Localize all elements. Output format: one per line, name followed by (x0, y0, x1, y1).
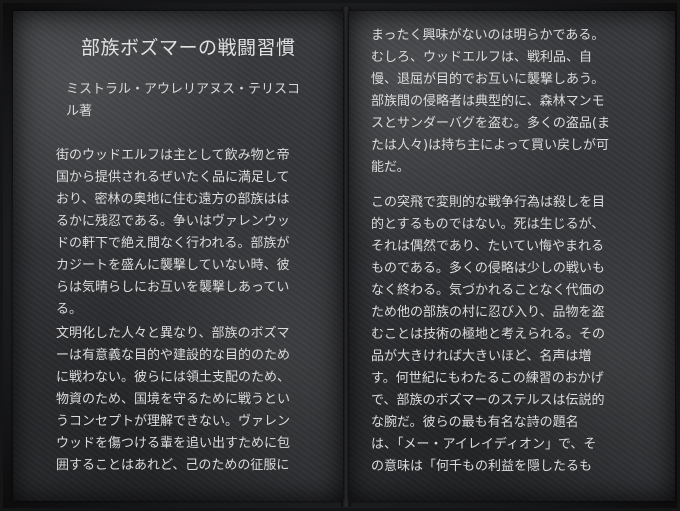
right-page: まったく興味がないのは明らかである。 むしろ、ウッドエルフは、戦利品、自 慢、退… (349, 11, 675, 501)
paragraph-3: まったく興味がないのは明らかである。 むしろ、ウッドエルフは、戦利品、自 慢、退… (371, 25, 657, 179)
text-line: ため他の部族の村に忍び入り、品物を盗 (371, 305, 605, 320)
author-line: ミストラル・アウレリアヌス・テリスコ (66, 82, 301, 97)
text-line: 的とするものではない。死は生じるが、 (371, 217, 605, 232)
text-line: な腕だ。彼らの最も有名な詩の題名 (371, 415, 579, 430)
text-line: まったく興味がないのは明らかである。 (371, 28, 605, 43)
book-author: ミストラル・アウレリアヌス・テリスコ ル著 (66, 79, 336, 123)
text-line: の意味は「何千もの利益を隠したるも (371, 459, 593, 474)
text-line: 部族間の侵略者は典型的に、森林マンモ (371, 94, 605, 109)
left-page: 部族ボズマーの戦闘習慣 ミストラル・アウレリアヌス・テリスコ ル著 街のウッドエ… (13, 11, 343, 501)
paragraph-1: 街のウッドエルフは主として飲み物と帝 国から提供されるぜいたく品に満足して おり… (56, 145, 326, 321)
text-line: ものである。多くの侵略は少しの戦いも (371, 261, 605, 276)
book-title: 部族ボズマーの戦闘習慣 (81, 37, 296, 59)
text-line: この突飛で変則的な戦争行為は殺しを目 (371, 195, 606, 210)
text-line: す。何世紀にもわたるこの練習のおかげ (371, 371, 604, 386)
text-line: たは人々)は持ち主によって買い戻しが可 (371, 138, 610, 153)
text-line: むことは技術の極地と考えられる。その (371, 327, 606, 342)
text-line: うコンセプトが理解できない。ヴァレン (56, 414, 291, 429)
text-line: なく終わる。気づかれることなく代価の (371, 283, 605, 298)
text-line: 街のウッドエルフは主として飲み物と帝 (56, 148, 290, 163)
text-line: カジートを盛んに襲撃していない時、彼 (56, 258, 290, 273)
text-line: むしろ、ウッドエルフは、戦利品、自 (371, 50, 593, 65)
text-line: それは偶然であり、たいてい悔やまれる (371, 239, 604, 254)
text-line: 品が大きければ大きいほど、名声は増 (371, 349, 592, 364)
text-line: 国から提供されるぜいたく品に満足して (56, 170, 290, 185)
text-line: ドの軒下で絶え間なく行われる。部族が (56, 236, 290, 251)
paragraph-4: この突飛で変則的な戦争行為は殺しを目 的とするものではない。死は生じるが、 それ… (371, 192, 657, 478)
text-line: 囲することはあれど、己のための征服に (56, 458, 290, 473)
text-line: は、「メー・アイレイディオン」で、そ (371, 437, 597, 452)
text-line: スとサンダーバグを盗む。多くの盗品(ま (371, 116, 610, 131)
text-line: る。 (56, 302, 83, 317)
text-line: るかに残忍である。争いはヴァレンウッ (56, 214, 290, 229)
text-line: ーは有意義な目的や建設的な目的のため (56, 348, 291, 363)
text-line: 文明化した人々と異なり、部族のボズマ (56, 326, 290, 341)
author-line: ル著 (66, 104, 93, 119)
text-line: おり、密林の奥地に住む遠方の部族はは (56, 192, 290, 207)
text-line: に戦わない。彼らには領土支配のため、 (56, 370, 291, 385)
text-line: 物資のため、国境を守るために戦うとい (56, 392, 291, 407)
text-line: 慢、退屈が目的でお互いに襲撃しあう。 (371, 72, 605, 87)
text-line: らは気晴らしにお互いを襲撃しあってい (56, 280, 290, 295)
text-line: ウッドを傷つける輩を追い出すために包 (56, 436, 291, 451)
open-book: 部族ボズマーの戦闘習慣 ミストラル・アウレリアヌス・テリスコ ル著 街のウッドエ… (0, 0, 680, 511)
text-line: 能だ。 (371, 160, 410, 175)
paragraph-2: 文明化した人々と異なり、部族のボズマ ーは有意義な目的や建設的な目的のため に戦… (56, 323, 326, 477)
text-line: で、部族のボズマーのステルスは伝説的 (371, 393, 605, 408)
